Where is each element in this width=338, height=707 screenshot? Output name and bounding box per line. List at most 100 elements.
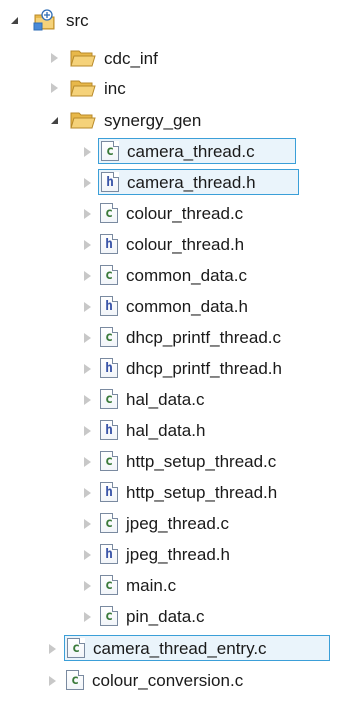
c-source-file-icon: c: [101, 141, 119, 161]
collapsed-twisty-icon[interactable]: [81, 518, 93, 530]
file-node[interactable]: c http_setup_thread.c: [98, 448, 279, 474]
file-node[interactable]: h colour_thread.h: [98, 231, 247, 257]
collapsed-twisty-icon[interactable]: [81, 301, 93, 313]
tree-label-file: common_data.h: [126, 296, 248, 316]
tree-label-file: dhcp_printf_thread.h: [126, 358, 282, 378]
tree-node-file[interactable]: h camera_thread.h: [0, 169, 338, 197]
file-node[interactable]: h hal_data.h: [98, 417, 208, 443]
tree-label-file: http_setup_thread.c: [126, 451, 277, 471]
tree-node-file[interactable]: c pin_data.c: [0, 603, 338, 631]
tree-node-file[interactable]: h jpeg_thread.h: [0, 541, 338, 569]
collapsed-twisty-icon[interactable]: [48, 52, 60, 64]
c-source-file-icon: c: [100, 327, 118, 347]
collapsed-twisty-icon[interactable]: [81, 487, 93, 499]
project-explorer-tree: src cdc_inf inc synergy_gen c camera_thr…: [0, 0, 338, 707]
file-node[interactable]: h jpeg_thread.h: [98, 541, 233, 567]
file-node[interactable]: c dhcp_printf_thread.c: [98, 324, 284, 350]
collapsed-twisty-icon[interactable]: [81, 270, 93, 282]
folder-icon: [70, 48, 96, 68]
tree-node-file[interactable]: c common_data.c: [0, 262, 338, 290]
tree-label-file: dhcp_printf_thread.c: [126, 327, 281, 347]
tree-node-file[interactable]: c colour_conversion.c: [0, 667, 338, 695]
file-node[interactable]: c hal_data.c: [98, 386, 207, 412]
selected-file-node[interactable]: c camera_thread_entry.c: [64, 635, 330, 661]
expanded-twisty-icon[interactable]: [8, 14, 20, 26]
c-header-file-icon: h: [101, 172, 119, 192]
collapsed-twisty-icon[interactable]: [81, 456, 93, 468]
collapsed-twisty-icon[interactable]: [48, 82, 60, 94]
tree-node-file[interactable]: h colour_thread.h: [0, 231, 338, 259]
tree-node-file[interactable]: c jpeg_thread.c: [0, 510, 338, 538]
tree-label-file: camera_thread_entry.c: [93, 638, 267, 658]
tree-node-file[interactable]: h http_setup_thread.h: [0, 479, 338, 507]
tree-node-src[interactable]: src: [0, 6, 338, 34]
folder-open-icon: [70, 110, 96, 130]
c-source-file-icon: c: [100, 265, 118, 285]
file-node[interactable]: c colour_conversion.c: [64, 667, 246, 693]
tree-label-file: camera_thread.h: [127, 172, 256, 192]
c-header-file-icon: h: [100, 544, 118, 564]
c-header-file-icon: h: [100, 234, 118, 254]
collapsed-twisty-icon[interactable]: [81, 146, 93, 158]
c-source-file-icon: c: [100, 203, 118, 223]
c-header-file-icon: h: [100, 482, 118, 502]
collapsed-twisty-icon[interactable]: [81, 208, 93, 220]
tree-node-file[interactable]: c camera_thread_entry.c: [0, 635, 338, 663]
file-node[interactable]: c main.c: [98, 572, 179, 598]
tree-node-file[interactable]: h hal_data.h: [0, 417, 338, 445]
tree-label-file: hal_data.h: [126, 420, 206, 440]
tree-label-file: camera_thread.c: [127, 141, 255, 161]
c-source-file-icon: c: [100, 575, 118, 595]
file-node[interactable]: c colour_thread.c: [98, 200, 246, 226]
selected-file-node[interactable]: c camera_thread.c: [98, 138, 296, 164]
expanded-twisty-icon[interactable]: [48, 114, 60, 126]
tree-node-file[interactable]: c dhcp_printf_thread.c: [0, 324, 338, 352]
tree-node-file[interactable]: c main.c: [0, 572, 338, 600]
collapsed-twisty-icon[interactable]: [81, 611, 93, 623]
file-node[interactable]: h dhcp_printf_thread.h: [98, 355, 285, 381]
file-node[interactable]: h common_data.h: [98, 293, 251, 319]
selected-file-node[interactable]: h camera_thread.h: [98, 169, 299, 195]
tree-node-synergy-gen[interactable]: synergy_gen: [0, 106, 338, 134]
tree-label-file: colour_thread.h: [126, 234, 245, 254]
tree-label-file: colour_thread.c: [126, 203, 244, 223]
tree-label-file: colour_conversion.c: [92, 670, 244, 690]
tree-label-file: pin_data.c: [126, 606, 205, 626]
collapsed-twisty-icon[interactable]: [81, 549, 93, 561]
tree-label-file: jpeg_thread.c: [126, 513, 230, 533]
file-node[interactable]: h http_setup_thread.h: [98, 479, 280, 505]
c-header-file-icon: h: [100, 358, 118, 378]
c-source-file-icon: c: [100, 606, 118, 626]
collapsed-twisty-icon[interactable]: [81, 425, 93, 437]
file-node[interactable]: c jpeg_thread.c: [98, 510, 232, 536]
c-source-file-icon: c: [67, 638, 85, 658]
collapsed-twisty-icon[interactable]: [81, 177, 93, 189]
tree-label-file: common_data.c: [126, 265, 247, 285]
tree-label-cdc-inf: cdc_inf: [104, 49, 158, 68]
c-source-file-icon: c: [100, 389, 118, 409]
tree-node-inc[interactable]: inc: [0, 74, 338, 102]
collapsed-twisty-icon[interactable]: [46, 675, 58, 687]
collapsed-twisty-icon[interactable]: [81, 394, 93, 406]
tree-node-cdc-inf[interactable]: cdc_inf: [0, 44, 338, 72]
c-header-file-icon: h: [100, 420, 118, 440]
collapsed-twisty-icon[interactable]: [81, 332, 93, 344]
collapsed-twisty-icon[interactable]: [46, 643, 58, 655]
tree-node-file[interactable]: h dhcp_printf_thread.h: [0, 355, 338, 383]
tree-node-file[interactable]: c hal_data.c: [0, 386, 338, 414]
collapsed-twisty-icon[interactable]: [81, 363, 93, 375]
file-node[interactable]: c pin_data.c: [98, 603, 207, 629]
tree-node-file[interactable]: c colour_thread.c: [0, 200, 338, 228]
tree-label-file: jpeg_thread.h: [126, 544, 230, 564]
tree-label-inc: inc: [104, 79, 126, 98]
file-node[interactable]: c common_data.c: [98, 262, 250, 288]
tree-label-synergy-gen: synergy_gen: [104, 111, 202, 130]
collapsed-twisty-icon[interactable]: [81, 580, 93, 592]
tree-node-file[interactable]: c http_setup_thread.c: [0, 448, 338, 476]
c-header-file-icon: h: [100, 296, 118, 316]
collapsed-twisty-icon[interactable]: [81, 239, 93, 251]
source-folder-icon: [33, 9, 59, 31]
tree-node-file[interactable]: c camera_thread.c: [0, 138, 338, 166]
c-source-file-icon: c: [100, 513, 118, 533]
tree-node-file[interactable]: h common_data.h: [0, 293, 338, 321]
